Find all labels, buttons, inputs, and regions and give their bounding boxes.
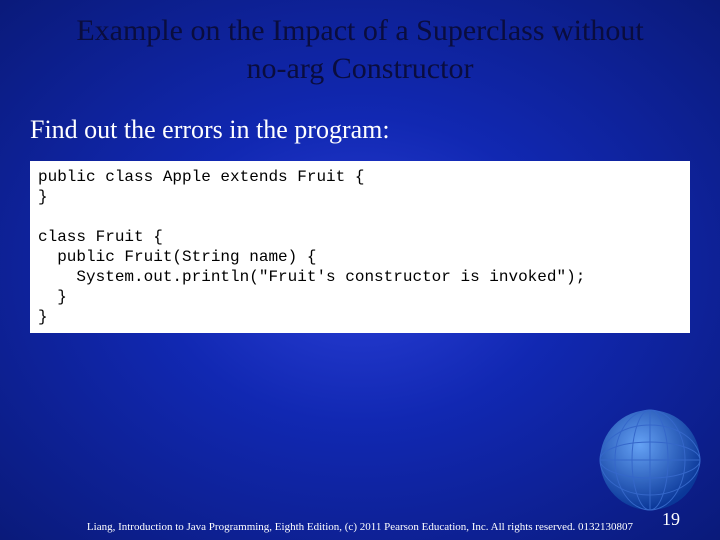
footer-credit: Liang, Introduction to Java Programming,…	[0, 521, 720, 534]
globe-icon	[590, 400, 710, 520]
code-sample: public class Apple extends Fruit { } cla…	[30, 161, 690, 333]
slide-subtitle: Find out the errors in the program:	[0, 95, 720, 155]
slide-title: Example on the Impact of a Superclass wi…	[0, 0, 720, 95]
page-number: 19	[662, 509, 680, 530]
